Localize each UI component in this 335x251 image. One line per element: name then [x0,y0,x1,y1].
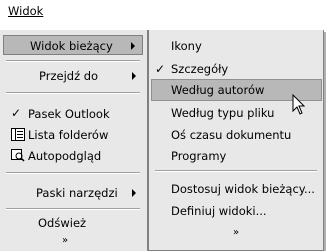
submenu-item-label: Według typu pliku [171,106,275,120]
submenu-item-dostosuj-widok[interactable]: Dostosuj widok bieżący... [151,178,322,200]
expand-submenu-chevron-icon[interactable]: » [233,228,239,238]
menu-item-label: Odśwież [38,216,87,230]
submenu-arrow-icon [131,42,135,50]
menu-item-label: Lista folderów [28,128,109,142]
widok-dropdown-menu: Widok bieżący Przejdź do ✓ Pasek Outlook… [0,30,148,251]
submenu-item-os-czasu-dokumentu[interactable]: Oś czasu dokumentu [151,124,322,146]
menubar: Widok [0,0,335,22]
submenu-item-label: Ikony [171,39,202,53]
widok-biezacy-submenu: Ikony ✓ Szczegóły Według autorów Według … [148,30,324,251]
checkmark-icon: ✓ [11,106,22,120]
menu-item-lista-folderow[interactable]: Lista folderów [3,125,143,145]
menu-item-label: Autopodgląd [28,149,102,163]
menu-item-label: Przejdź do [39,69,99,83]
preview-icon [11,149,25,162]
menu-separator [155,170,317,172]
menu-item-label: Paski narzędzi [36,186,118,200]
menu-item-odswiez[interactable]: Odśwież [3,213,143,233]
expand-menu-chevron-icon[interactable]: » [62,236,68,246]
submenu-item-definiuj-widoki[interactable]: Definiuj widoki... [151,200,322,222]
submenu-item-label: Programy [171,149,227,163]
submenu-item-label: Szczegóły [171,62,229,76]
submenu-item-label: Definiuj widoki... [171,204,267,218]
mouse-pointer-icon [292,93,306,119]
submenu-arrow-icon [132,72,136,80]
folder-list-icon [11,128,25,141]
menu-item-autopodglad[interactable]: Autopodgląd [3,146,143,166]
menu-separator [6,208,140,210]
submenu-arrow-icon [132,189,136,197]
submenu-item-szczegoly[interactable]: ✓ Szczegóły [151,58,322,80]
submenu-item-label: Dostosuj widok bieżący... [171,182,315,196]
menu-item-paski-narzedzi[interactable]: Paski narzędzi [3,183,143,203]
checkmark-icon: ✓ [155,62,166,76]
menu-separator [6,60,140,62]
menu-item-pasek-outlook[interactable]: ✓ Pasek Outlook [3,104,143,124]
submenu-item-label: Według autorów [171,83,265,97]
menu-separator [6,172,140,174]
menu-item-label: Widok bieżący [30,39,113,53]
menu-item-widok-biezacy[interactable]: Widok bieżący [3,35,143,55]
menu-item-przejdz-do[interactable]: Przejdź do [3,66,143,86]
menu-widok[interactable]: Widok [8,4,43,19]
submenu-item-ikony[interactable]: Ikony [151,35,322,57]
menu-item-label: Pasek Outlook [28,107,110,121]
submenu-item-programy[interactable]: Programy [151,145,322,167]
menu-separator [6,92,140,94]
submenu-item-label: Oś czasu dokumentu [171,128,292,142]
